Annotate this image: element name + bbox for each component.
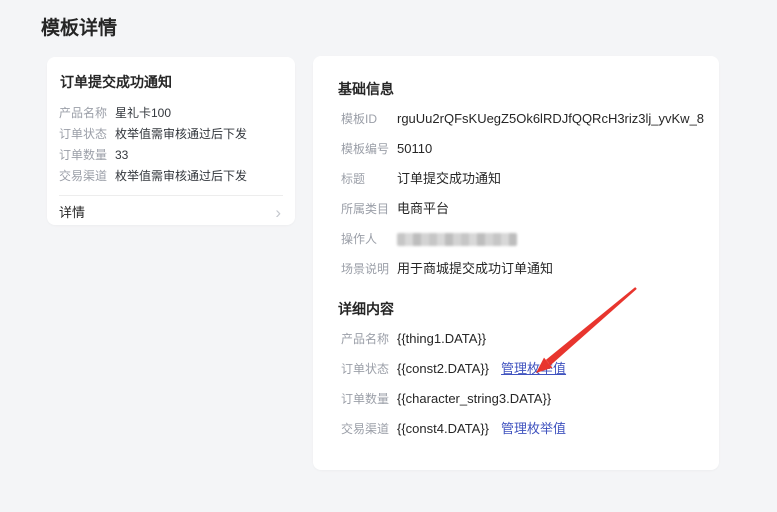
field-label: 模板编号 [341, 142, 397, 156]
field-label: 操作人 [341, 232, 397, 246]
detail-link-label: 详情 [59, 206, 85, 220]
manage-enum-values-link[interactable]: 管理枚举值 [501, 362, 566, 376]
detail-row-order-status: 订单状态 {{const2.DATA}} 管理枚举值 [338, 362, 695, 376]
field-label: 订单数量 [341, 392, 397, 406]
field-label: 场景说明 [341, 262, 397, 276]
preview-card-title: 订单提交成功通知 [60, 75, 283, 90]
field-value: 电商平台 [397, 202, 449, 216]
field-label: 交易渠道 [59, 170, 115, 183]
field-value: 星礼卡100 [115, 107, 171, 120]
info-row-title: 标题 订单提交成功通知 [338, 172, 695, 186]
manage-enum-values-link[interactable]: 管理枚举值 [501, 422, 566, 436]
detail-row-product-name: 产品名称 {{thing1.DATA}} [338, 332, 695, 346]
field-value: 订单提交成功通知 [397, 172, 501, 186]
info-row-operator: 操作人 [338, 232, 695, 246]
field-label: 订单数量 [59, 149, 115, 162]
field-label: 模板ID [341, 112, 397, 126]
field-value: rguUu2rQFsKUegZ5Ok6lRDJfQQRcH3riz3lj_yvK… [397, 112, 704, 126]
field-label: 订单状态 [59, 128, 115, 141]
preview-row-order-quantity: 订单数量 33 [59, 149, 283, 162]
field-label: 标题 [341, 172, 397, 186]
field-value: 33 [115, 149, 128, 162]
template-info-card: 基础信息 模板ID rguUu2rQFsKUegZ5Ok6lRDJfQQRcH3… [313, 56, 719, 470]
template-detail-page: { "page": { "title": "模板详情" }, "left_car… [0, 0, 777, 512]
field-value: 用于商城提交成功订单通知 [397, 262, 553, 276]
detail-link-row[interactable]: 详情 › [59, 206, 283, 220]
field-value: {{const2.DATA}} [397, 362, 489, 376]
info-row-template-number: 模板编号 50110 [338, 142, 695, 156]
field-label: 订单状态 [341, 362, 397, 376]
basic-info-section-title: 基础信息 [338, 82, 695, 97]
field-label: 所属类目 [341, 202, 397, 216]
field-label: 产品名称 [341, 332, 397, 346]
info-row-scene-description: 场景说明 用于商城提交成功订单通知 [338, 262, 695, 276]
info-row-template-id: 模板ID rguUu2rQFsKUegZ5Ok6lRDJfQQRcH3riz3l… [338, 112, 695, 126]
field-value: {{thing1.DATA}} [397, 332, 486, 346]
field-value: 50110 [397, 142, 432, 156]
field-value: {{character_string3.DATA}} [397, 392, 551, 406]
chevron-right-icon: › [275, 206, 281, 220]
detail-row-trade-channel: 交易渠道 {{const4.DATA}} 管理枚举值 [338, 422, 695, 436]
field-value: 枚举值需审核通过后下发 [115, 128, 247, 141]
detail-content-section-title: 详细内容 [338, 302, 695, 317]
field-label: 交易渠道 [341, 422, 397, 436]
preview-row-product-name: 产品名称 星礼卡100 [59, 107, 283, 120]
redacted-operator-value [397, 233, 517, 246]
preview-row-order-status: 订单状态 枚举值需审核通过后下发 [59, 128, 283, 141]
field-value: {{const4.DATA}} [397, 422, 489, 436]
template-preview-card: 订单提交成功通知 产品名称 星礼卡100 订单状态 枚举值需审核通过后下发 订单… [47, 57, 295, 225]
field-label: 产品名称 [59, 107, 115, 120]
info-row-category: 所属类目 电商平台 [338, 202, 695, 216]
detail-row-order-quantity: 订单数量 {{character_string3.DATA}} [338, 392, 695, 406]
page-title: 模板详情 [41, 13, 117, 40]
field-value: 枚举值需审核通过后下发 [115, 170, 247, 183]
divider [59, 195, 283, 196]
preview-row-trade-channel: 交易渠道 枚举值需审核通过后下发 [59, 170, 283, 183]
